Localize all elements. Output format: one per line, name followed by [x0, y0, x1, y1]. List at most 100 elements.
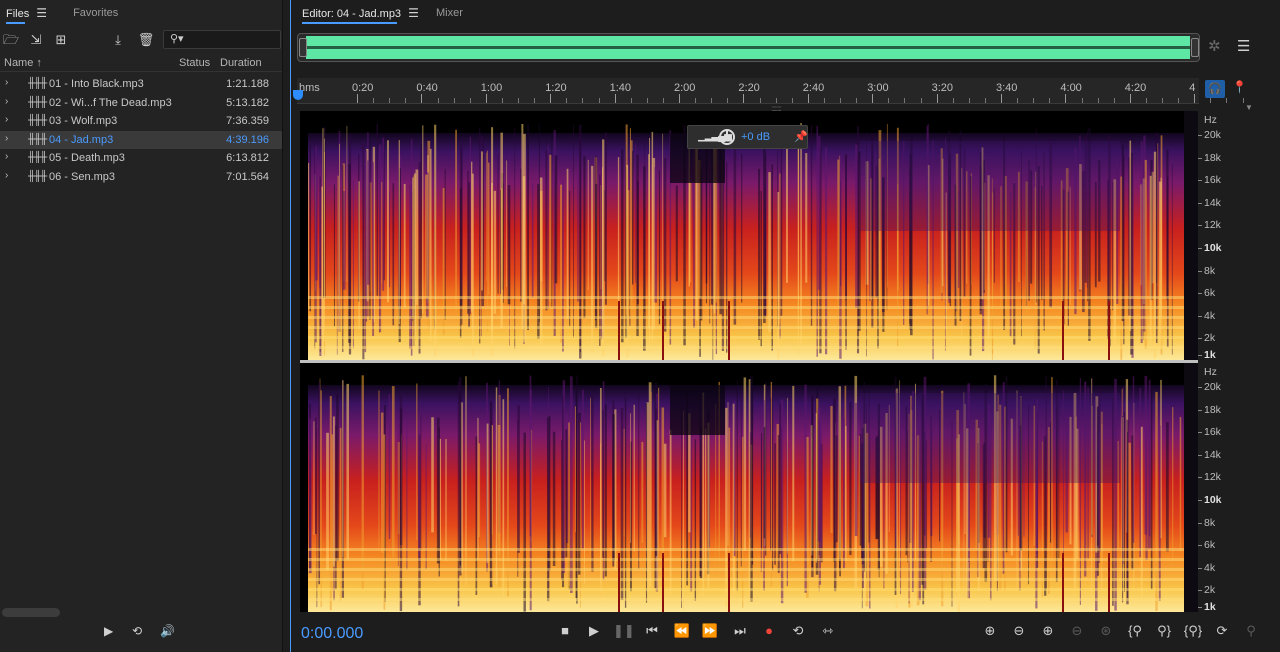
file-row[interactable]: › ╫╫╫ 05 - Death.mp3 6:13.812 — [0, 149, 282, 168]
chevron-down-icon[interactable]: ▼ — [1245, 103, 1253, 112]
tab-favorites[interactable]: Favorites — [67, 0, 124, 26]
freq-tick-label: 18k — [1204, 403, 1221, 416]
ruler-tick — [1081, 98, 1083, 103]
expand-chevron-icon[interactable]: › — [5, 77, 8, 88]
ruler-tick — [936, 94, 938, 103]
file-name: 01 - Into Black.mp3 — [49, 78, 144, 90]
freq-tick — [1198, 387, 1202, 388]
gain-value[interactable]: +0 dB — [741, 131, 770, 143]
list-view-icon[interactable]: ☰ — [1237, 37, 1250, 55]
zoom-in-time-icon[interactable]: ⊕ — [1037, 623, 1059, 639]
zoom-in-at-start-icon[interactable]: {⚲ — [1124, 623, 1146, 639]
gain-knob[interactable] — [719, 129, 735, 145]
time-display[interactable]: 0:00.000 — [301, 625, 363, 643]
ruler-tick-label: 3:20 — [931, 82, 954, 94]
overview-right-handle[interactable] — [1191, 38, 1199, 57]
ruler-tick-label: 1:40 — [609, 82, 632, 94]
panel-menu-icon[interactable]: ☰ — [408, 6, 419, 20]
headphone-icon[interactable]: 🎧 — [1205, 80, 1225, 98]
ruler-tick — [453, 98, 455, 103]
file-row[interactable]: › ╫╫╫ 06 - Sen.mp3 7:01.564 — [0, 168, 282, 187]
pause-icon[interactable]: ❚❚ — [613, 623, 635, 639]
file-row[interactable]: › ╫╫╫ 02 - Wi...f The Dead.mp3 5:13.182 — [0, 94, 282, 113]
channel-right[interactable] — [300, 363, 1198, 612]
horizontal-scrollbar[interactable] — [2, 608, 60, 617]
file-row[interactable]: › ╫╫╫ 01 - Into Black.mp3 1:21.188 — [0, 75, 282, 94]
ruler-tick — [695, 98, 697, 103]
expand-chevron-icon[interactable]: › — [5, 170, 8, 181]
import-file-icon[interactable]: ⇲ — [26, 31, 46, 49]
zoom-out-time-icon[interactable]: ⊖ — [1066, 623, 1088, 639]
preview-transport: ▶ ⟲ 🔊 — [0, 624, 282, 644]
freq-tick-label: 14k — [1204, 448, 1221, 461]
skip-to-end-icon[interactable]: ⏭ — [730, 623, 750, 639]
editor-tabs: Editor: 04 - Jad.mp3 ☰ Mixer — [291, 0, 1280, 26]
zoom-to-selection-icon[interactable]: {⚲} — [1182, 623, 1204, 639]
zoom-selected-track-icon[interactable]: ⚲ — [1240, 623, 1262, 639]
ruler-tick — [582, 98, 584, 103]
timeline-ruler[interactable]: hms 0:20 0:40 1:00 1:20 1:40 2:00 2:20 2:40 3:00… — [297, 78, 1244, 104]
pin-icon[interactable]: 📍 — [1232, 80, 1247, 94]
tab-editor[interactable]: Editor: 04 - Jad.mp3 ☰ — [296, 0, 425, 26]
ruler-tick — [1226, 98, 1228, 103]
file-row[interactable]: › ╫╫╫ 03 - Wolf.mp3 7:36.359 — [0, 112, 282, 131]
ruler-tick — [968, 98, 970, 103]
trash-icon[interactable]: 🗑 — [136, 31, 156, 49]
gain-hud[interactable]: ▁▂▃▄▅ +0 dB 📌 — [687, 125, 808, 149]
loop-playback-icon[interactable]: ⟲ — [788, 623, 808, 639]
expand-chevron-icon[interactable]: › — [5, 114, 8, 125]
skip-selection-icon[interactable]: ⇿ — [818, 623, 838, 639]
autoplay-speaker-icon[interactable]: 🔊 — [160, 624, 175, 638]
zoom-out-full-icon[interactable]: ⊛ — [1095, 623, 1117, 639]
ruler-tick-label: 4 — [1189, 82, 1196, 94]
spectral-frequency-display[interactable] — [300, 111, 1198, 612]
playhead-marker[interactable] — [293, 90, 303, 100]
fast-forward-icon[interactable]: ⏩ — [700, 623, 720, 639]
freq-tick — [1198, 607, 1202, 608]
play-icon[interactable]: ▶ — [584, 623, 604, 639]
loop-icon[interactable]: ⟲ — [132, 624, 142, 638]
ruler-tick — [534, 98, 536, 103]
tab-mixer[interactable]: Mixer — [430, 0, 469, 26]
insert-into-icon[interactable]: ⤓ — [108, 31, 128, 49]
zoom-reset-icon[interactable]: ⟳ — [1211, 623, 1233, 639]
zoom-in-amplitude-icon[interactable]: ⊕ — [979, 623, 1001, 639]
ruler-tick — [1145, 98, 1147, 103]
tab-files[interactable]: Files ☰ — [0, 0, 53, 26]
ruler-tick — [872, 94, 874, 103]
zoom-out-amplitude-icon[interactable]: ⊖ — [1008, 623, 1030, 639]
overview-left-handle[interactable] — [299, 38, 307, 57]
freq-tick — [1198, 225, 1202, 227]
editor-panel: Editor: 04 - Jad.mp3 ☰ Mixer ✲ ☰ hms 0:2… — [290, 0, 1280, 652]
zoom-in-at-end-icon[interactable]: ⚲} — [1153, 623, 1175, 639]
file-name: 05 - Death.mp3 — [49, 152, 125, 164]
freq-tick-label: 2k — [1204, 332, 1216, 345]
hud-pin-icon[interactable]: 📌 — [794, 130, 808, 143]
panel-menu-icon[interactable]: ☰ — [36, 6, 47, 20]
freq-tick — [1198, 355, 1202, 356]
open-folder-icon[interactable]: 🗁 — [1, 31, 21, 49]
expand-chevron-icon[interactable]: › — [5, 96, 8, 107]
waveform-overview[interactable] — [297, 33, 1200, 62]
column-name[interactable]: Name ↑ — [4, 57, 42, 69]
zoom-navigator-icon[interactable]: ✲ — [1208, 37, 1221, 55]
file-row[interactable]: › ╫╫╫ 04 - Jad.mp3 4:39.196 — [0, 130, 282, 149]
play-icon[interactable]: ▶ — [104, 624, 113, 638]
ruler-tick — [679, 94, 680, 103]
expand-chevron-icon[interactable]: › — [5, 133, 8, 144]
ruler-tick — [1033, 98, 1035, 103]
column-status[interactable]: Status — [179, 57, 210, 69]
ruler-tick — [791, 98, 793, 103]
freq-tick-label: 8k — [1204, 264, 1216, 277]
new-file-icon[interactable]: ⊞ — [51, 31, 71, 49]
ruler-tick — [662, 98, 664, 103]
skip-to-start-icon[interactable]: ⏮ — [642, 623, 662, 639]
expand-chevron-icon[interactable]: › — [5, 151, 8, 162]
record-icon[interactable]: ● — [759, 623, 779, 638]
audio-file-icon: ╫╫╫ — [28, 133, 47, 145]
stop-icon[interactable]: ■ — [555, 623, 575, 638]
file-duration: 5:13.182 — [226, 96, 269, 109]
rewind-icon[interactable]: ⏪ — [672, 623, 692, 639]
search-input[interactable]: ⚲▾ — [163, 30, 281, 49]
column-duration[interactable]: Duration — [220, 57, 262, 69]
